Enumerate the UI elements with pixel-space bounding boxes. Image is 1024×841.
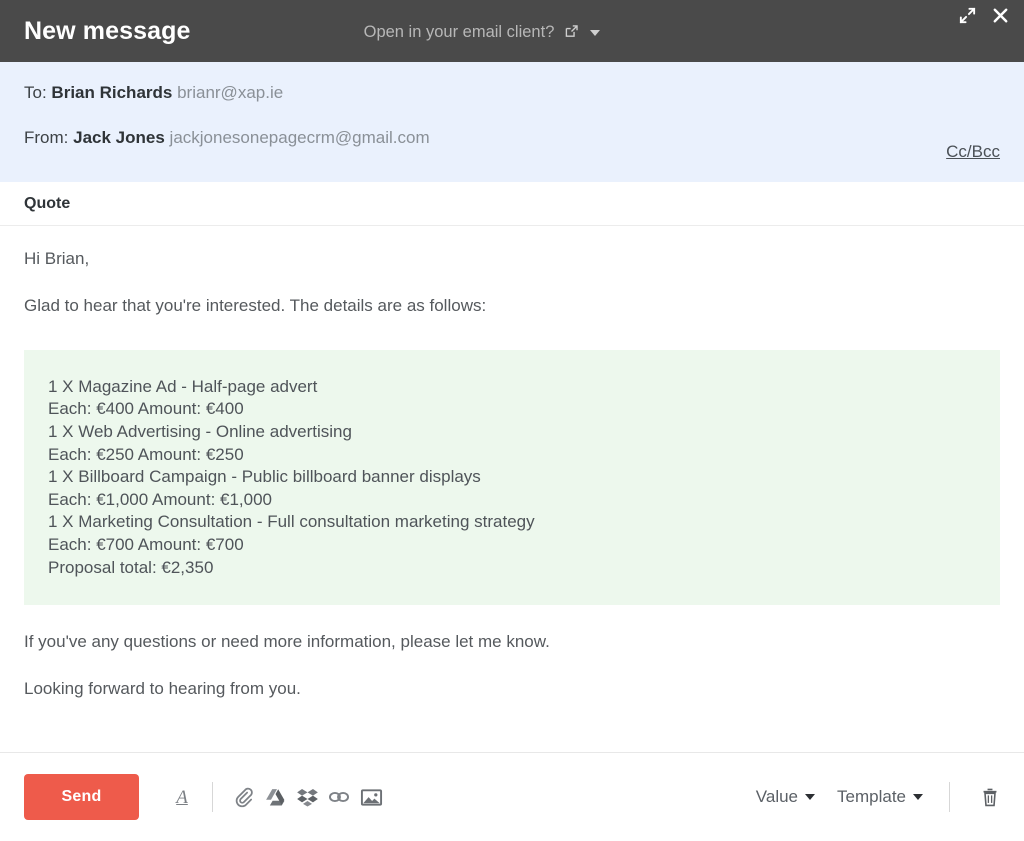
close-icon[interactable] xyxy=(991,6,1010,25)
toolbar-right-group: Value Template xyxy=(734,782,1000,812)
toolbar-divider xyxy=(949,782,950,812)
quote-line: 1 X Magazine Ad - Half-page advert xyxy=(48,376,318,396)
toolbar-icon-group: A xyxy=(166,781,387,813)
address-fields: To: Brian Richards brianr@xap.ie From: J… xyxy=(0,62,1024,182)
subject-row[interactable]: Quote xyxy=(0,182,1024,226)
quote-line: Proposal total: €2,350 xyxy=(48,557,214,577)
chevron-down-icon xyxy=(805,794,816,800)
to-label: To: xyxy=(24,83,47,102)
quote-line: 1 X Marketing Consultation - Full consul… xyxy=(48,512,535,532)
body-closing-questions: If you've any questions or need more inf… xyxy=(24,632,550,652)
dropbox-icon[interactable] xyxy=(291,781,323,813)
from-field-row[interactable]: From: Jack Jones jackjonesonepagecrm@gma… xyxy=(24,129,1000,146)
to-field-row[interactable]: To: Brian Richards brianr@xap.ie xyxy=(24,84,1000,101)
attachment-icon[interactable] xyxy=(227,781,259,813)
template-dropdown-label: Template xyxy=(837,787,906,806)
text-format-icon[interactable]: A xyxy=(166,781,198,813)
image-icon[interactable] xyxy=(355,781,387,813)
quote-line: 1 X Billboard Campaign - Public billboar… xyxy=(48,467,481,487)
subject-input[interactable]: Quote xyxy=(24,195,70,213)
external-link-icon[interactable] xyxy=(563,23,580,40)
from-sender-name: Jack Jones xyxy=(73,128,165,147)
open-in-email-client-label: Open in your email client? xyxy=(363,22,555,41)
template-dropdown[interactable]: Template xyxy=(837,787,923,807)
window-controls xyxy=(958,6,1010,25)
body-intro: Glad to hear that you're interested. The… xyxy=(24,295,487,315)
quote-line: Each: €400 Amount: €400 xyxy=(48,399,244,419)
composer-header: New message Open in your email client? xyxy=(0,0,1024,62)
quote-line: Each: €250 Amount: €250 xyxy=(48,444,244,464)
from-sender-email: jackjonesonepagecrm@gmail.com xyxy=(169,128,430,147)
body-greeting: Hi Brian, xyxy=(24,249,90,268)
composer-toolbar: Send A Value Template xyxy=(0,752,1024,841)
email-composer-window: New message Open in your email client? T… xyxy=(0,0,1024,841)
chevron-down-icon[interactable] xyxy=(590,30,601,36)
link-icon[interactable] xyxy=(323,781,355,813)
google-drive-icon[interactable] xyxy=(259,781,291,813)
chevron-down-icon xyxy=(913,794,923,800)
quote-line: Each: €1,000 Amount: €1,000 xyxy=(48,489,273,509)
to-recipient-email: brianr@xap.ie xyxy=(177,83,284,102)
to-recipient-name: Brian Richards xyxy=(51,83,173,102)
quote-block: 1 X Magazine Ad - Half-page advert Each:… xyxy=(24,349,1000,606)
message-body[interactable]: Hi Brian, Glad to hear that you're inter… xyxy=(0,226,1024,752)
from-label: From: xyxy=(24,128,69,147)
toolbar-divider xyxy=(212,782,213,812)
body-closing-signoff: Looking forward to hearing from you. xyxy=(24,679,301,699)
send-button[interactable]: Send xyxy=(24,774,139,820)
value-dropdown[interactable]: Value xyxy=(755,787,816,807)
page-title: New message xyxy=(24,16,191,45)
quote-line: 1 X Web Advertising - Online advertising xyxy=(48,422,352,442)
cc-bcc-link[interactable]: Cc/Bcc xyxy=(946,142,1000,162)
value-dropdown-label: Value xyxy=(755,787,799,806)
quote-line: Each: €700 Amount: €700 xyxy=(48,535,244,555)
expand-icon[interactable] xyxy=(958,6,977,25)
delete-draft-button[interactable] xyxy=(980,787,1000,808)
